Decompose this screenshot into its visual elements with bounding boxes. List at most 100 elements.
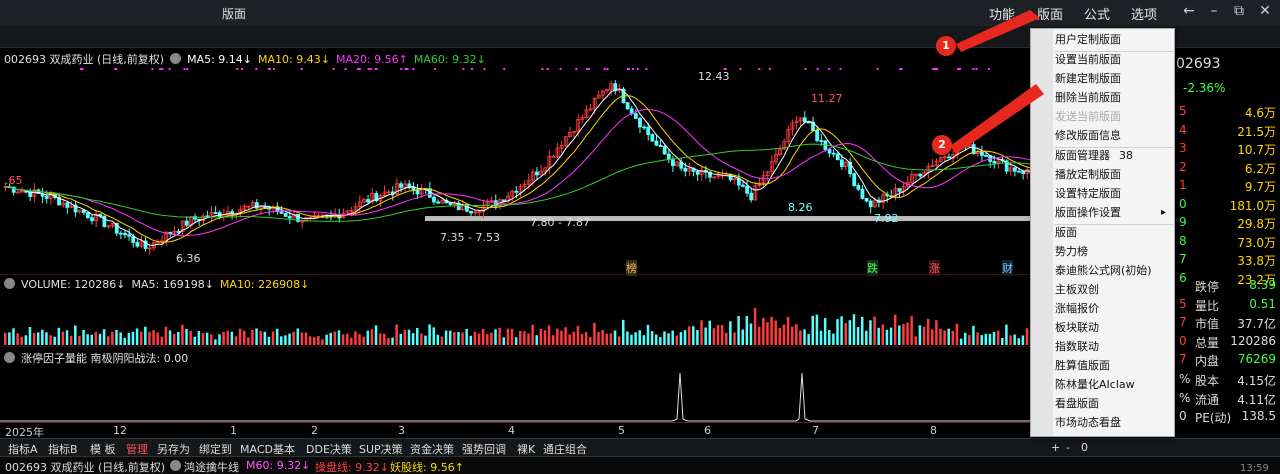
toolbar-indicator-b[interactable]: 指标B (48, 441, 78, 457)
volume-bar (832, 333, 835, 345)
restore-icon[interactable]: ⧉ (1228, 3, 1250, 19)
indicator-panel[interactable]: 涨停因子量能 南极阴阳战法: 0.00 (0, 346, 1030, 422)
candle-body (819, 140, 824, 142)
volume-bar (692, 326, 695, 345)
volume-panel[interactable]: VOLUME: 120286↓ MA5: 169198↓ MA10: 226908↓ (0, 274, 1030, 346)
volume-bar (753, 308, 757, 345)
candle-body (638, 118, 642, 128)
menu-item-18[interactable]: 陈林量化AIclaw (1055, 376, 1135, 394)
menu-item-1[interactable]: 设置当前版面 (1055, 51, 1121, 69)
volume-bar (584, 332, 588, 345)
volume-bar (807, 334, 810, 345)
volume-bar (947, 328, 950, 345)
volume-bar (630, 334, 633, 345)
toolbar-dde[interactable]: DDE决策 (306, 441, 352, 457)
volume-bar (992, 331, 996, 345)
menu-item-16[interactable]: 指数联动 (1055, 338, 1099, 356)
volume-bar (617, 336, 621, 345)
menu-function[interactable]: 功能 (989, 4, 1015, 23)
volume-bar (935, 320, 938, 345)
zoom-reset-button[interactable]: 0 (1081, 441, 1088, 454)
volume-bar (230, 331, 234, 345)
volume-bar (473, 331, 477, 345)
volume-bar (374, 325, 378, 345)
toolbar-indicator-a[interactable]: 指标A (8, 441, 38, 457)
volume-bar (214, 339, 217, 345)
toolbar-template[interactable]: 模 板 (90, 441, 116, 457)
status-m60: M60: 9.32↓ (246, 459, 311, 472)
toolbar-manage[interactable]: 管理 (126, 441, 148, 457)
volume-bar (156, 332, 159, 345)
volume-bar (432, 327, 435, 345)
toolbar-save-as[interactable]: 另存为 (157, 441, 190, 457)
quote-change: -2.36% (1183, 81, 1226, 95)
volume-bar (144, 326, 147, 345)
back-arrow-icon[interactable]: ← (1178, 3, 1200, 19)
toolbar-fund[interactable]: 资金决策 (410, 441, 454, 457)
toolbar-bind-to[interactable]: 绑定到 (199, 441, 232, 457)
volume-bar (906, 322, 909, 345)
toolbar-combo[interactable]: 通庄组合 (543, 441, 587, 457)
candle-body (864, 198, 869, 202)
menu-item-2[interactable]: 新建定制版面 (1055, 70, 1121, 88)
stat-prefix: 7 (1179, 315, 1187, 329)
date-label-7: 7 (812, 424, 819, 437)
menu-item-6[interactable]: 版面管理器 (1055, 147, 1110, 165)
candle-body (683, 167, 688, 172)
menu-formula[interactable]: 公式 (1084, 4, 1110, 23)
volume-bar (729, 321, 732, 345)
volume-bar (102, 329, 106, 345)
status-stock: 002693 双成药业 (日线,前复权) (5, 461, 166, 474)
menu-item-8[interactable]: 设置特定版面 (1055, 185, 1121, 203)
price-chart-panel[interactable]: 002693 双成药业 (日线,前复权) MA5: 9.14↓ MA10: 9.43… (0, 48, 1030, 276)
volume-bar (914, 336, 918, 345)
order-book-volume: 4.6万 (1244, 106, 1276, 120)
volume-bar (889, 327, 893, 345)
menu-layout[interactable]: 版面 (1037, 4, 1063, 23)
order-book-level: 9 (1179, 215, 1187, 229)
date-label-6: 6 (704, 424, 711, 437)
signal-dot (272, 68, 275, 70)
menu-item-10[interactable]: 版面 (1055, 224, 1077, 242)
menu-item-7[interactable]: 播放定制版面 (1055, 166, 1121, 184)
window-title: 版面 (222, 7, 247, 21)
toolbar-macd[interactable]: MACD基本 (240, 441, 295, 457)
volume-bar (700, 320, 703, 345)
menu-item-17[interactable]: 胜算值版面 (1055, 357, 1110, 375)
volume-bar (622, 319, 625, 345)
menu-item-20[interactable]: 市场动态看盘 (1055, 414, 1121, 432)
menu-item-19[interactable]: 看盘版面 (1055, 395, 1099, 413)
candle-body (1021, 171, 1026, 175)
menu-item-3[interactable]: 删除当前版面 (1055, 89, 1121, 107)
minimize-icon[interactable]: – (1203, 3, 1225, 19)
toolbar-pullback[interactable]: 强势回调 (462, 441, 506, 457)
signal-dot (972, 68, 975, 70)
volume-bar (663, 331, 666, 345)
menu-item-15[interactable]: 板块联动 (1055, 319, 1099, 337)
menu-options[interactable]: 选项 (1131, 4, 1157, 23)
volume-bar (498, 327, 501, 345)
candle-body (658, 144, 663, 147)
volume-bar (885, 329, 889, 345)
volume-bar (98, 333, 102, 345)
toolbar-sup[interactable]: SUP决策 (359, 441, 403, 457)
close-icon[interactable]: ✕ (1254, 3, 1276, 19)
volume-bar (939, 328, 942, 345)
candle-body (411, 187, 416, 191)
zoom-in-button[interactable]: + (1051, 441, 1060, 454)
status-settings-icon[interactable] (170, 460, 181, 471)
stat-value: 37.7亿 (1237, 317, 1276, 331)
menu-item-0[interactable]: 用户定制版面 (1055, 31, 1121, 49)
menu-item-13[interactable]: 主板双创 (1055, 281, 1099, 299)
menu-item-5[interactable]: 修改版面信息 (1055, 127, 1121, 145)
zoom-out-button[interactable]: - (1066, 441, 1070, 454)
status-bar: 002693 双成药业 (日线,前复权) 鸿途擒牛线 M60: 9.32↓ 操盘… (0, 456, 1280, 474)
menu-item-11[interactable]: 势力榜 (1055, 243, 1088, 261)
toolbar-naked-k[interactable]: 裸K (517, 441, 535, 457)
volume-bar (667, 333, 670, 345)
candlestick-chart[interactable] (0, 48, 1030, 274)
volume-bar (782, 324, 786, 345)
menu-item-14[interactable]: 涨幅报价 (1055, 300, 1099, 318)
menu-item-12[interactable]: 泰迪熊公式网(初始) (1055, 262, 1152, 280)
menu-item-9[interactable]: 版面操作设置 (1055, 204, 1121, 222)
